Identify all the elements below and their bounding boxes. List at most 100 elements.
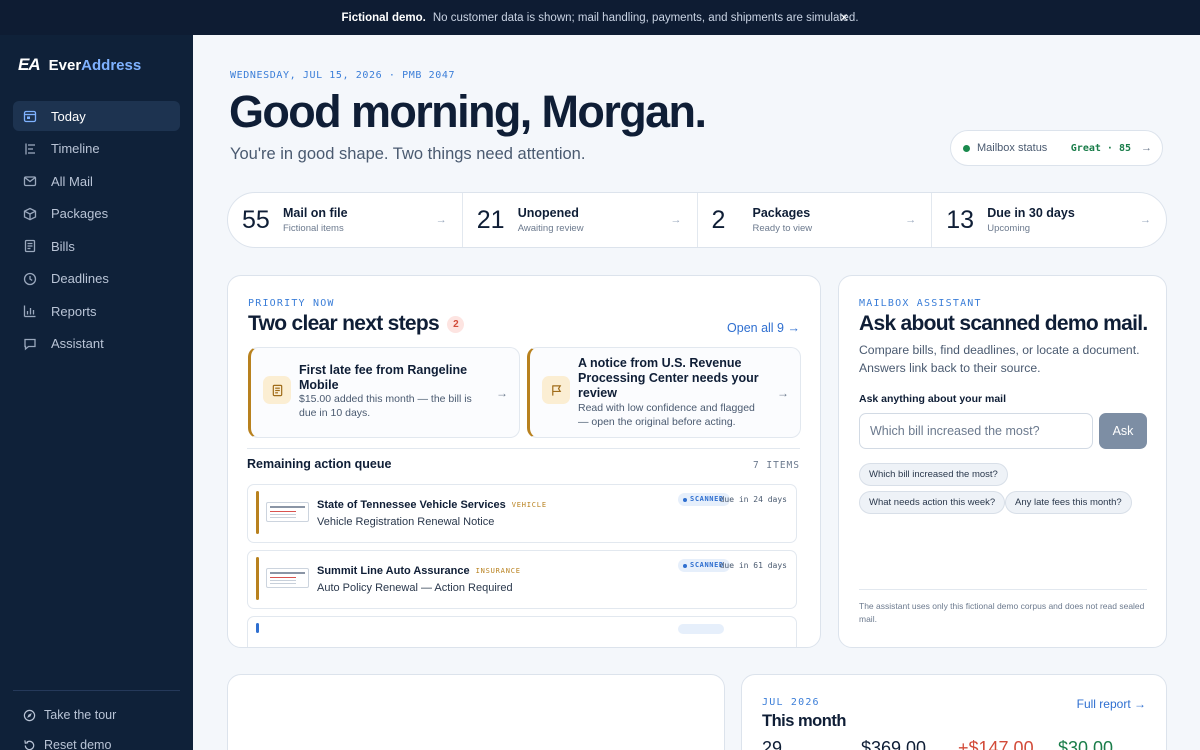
priority-eyebrow: PRIORITY NOW <box>248 298 335 309</box>
queue-count: 7 ITEMS <box>752 460 800 471</box>
month-stat-value: 29 <box>762 738 783 750</box>
compass-icon <box>23 709 36 721</box>
month-stat-value: $30.00 <box>1058 738 1114 750</box>
mailbox-status-button[interactable]: Mailbox status Great · 85 → <box>950 130 1163 166</box>
stat-number: 21 <box>476 205 505 234</box>
arrow-right-icon: → <box>777 386 789 400</box>
step-title: A notice from U.S. Revenue Processing Ce… <box>578 356 759 400</box>
sidebar-divider <box>13 690 180 691</box>
banner-text: No customer data is shown; mail handling… <box>432 11 859 24</box>
stat-unopened[interactable]: 21 Unopened Awaiting review → <box>463 193 698 247</box>
mail-thumbnail <box>266 568 309 588</box>
assistant-title: Ask about scanned demo mail. <box>859 312 1148 335</box>
assistant-disclaimer: The assistant uses only this fictional d… <box>859 601 1145 624</box>
stat-packages[interactable]: 2 Packages Ready to view → <box>698 193 933 247</box>
flag-icon <box>542 376 570 404</box>
stat-number: 55 <box>242 205 270 234</box>
queue-row[interactable]: State of Tennessee Vehicle Services VEHIC… <box>247 484 797 543</box>
stat-mail-on-file[interactable]: 55 Mail on file Fictional items → <box>228 193 463 247</box>
month-stat-value: +$147.00 <box>958 738 1034 750</box>
assistant-question-input[interactable] <box>859 413 1093 449</box>
stat-title: Packages <box>752 206 811 220</box>
suggestion-chip[interactable]: Any late fees this month? <box>1005 491 1132 514</box>
next-step-card[interactable]: First late fee from Rangeline Mobile $15… <box>248 347 520 438</box>
logo[interactable]: EA EverAddress <box>18 55 141 75</box>
assistant-input-label: Ask anything about your mail <box>859 393 1007 405</box>
suggestion-chip[interactable]: What needs action this week? <box>859 491 1006 514</box>
arrow-right-icon: → <box>496 386 508 400</box>
receipt-icon <box>23 239 37 253</box>
month-stat-value: $369.00 <box>861 738 927 750</box>
queue-title: Remaining action queue <box>247 457 392 471</box>
bottom-card <box>227 674 725 750</box>
mail-thumbnail <box>266 502 309 522</box>
sidebar-bottom: Take the tour Reset demo <box>23 707 116 750</box>
sidebar-item-deadlines[interactable]: Deadlines <box>13 264 180 294</box>
full-report-link[interactable]: Full report → <box>1077 697 1146 711</box>
take-tour-button[interactable]: Take the tour <box>23 707 116 723</box>
open-all-link[interactable]: Open all 9 → <box>727 321 800 335</box>
arrow-right-icon: → <box>1141 142 1152 154</box>
sidebar-item-label: Timeline <box>51 141 100 156</box>
sidebar-item-assistant[interactable]: Assistant <box>13 329 180 359</box>
step-description: Read with low confidence and flagged — o… <box>578 402 755 428</box>
ask-button[interactable]: Ask <box>1099 413 1147 449</box>
sidebar-nav: Today Timeline All Mail Packages Bills D… <box>13 101 180 361</box>
arrow-right-icon: → <box>905 214 917 226</box>
sidebar-item-reports[interactable]: Reports <box>13 296 180 326</box>
suggestion-chip[interactable]: Which bill increased the most? <box>859 463 1008 486</box>
stat-subtitle: Ready to view <box>752 223 813 234</box>
mail-icon <box>23 174 37 188</box>
demo-banner: Fictional demo. No customer data is show… <box>0 0 1200 35</box>
priority-title: Two clear next steps 2 <box>248 312 465 336</box>
due-date: due in 24 days <box>719 495 787 504</box>
sidebar: EA EverAddress Today Timeline All Mail P… <box>0 35 193 750</box>
receipt-icon <box>263 376 291 404</box>
step-description: $15.00 added this month — the bill is du… <box>299 393 472 419</box>
sidebar-item-packages[interactable]: Packages <box>13 199 180 229</box>
close-icon[interactable]: × <box>840 9 848 25</box>
sidebar-item-label: Bills <box>51 238 75 254</box>
stat-number: 13 <box>946 205 975 234</box>
package-icon <box>23 207 37 221</box>
queue-sender: State of Tennessee Vehicle Services VEHIC… <box>317 499 547 511</box>
sidebar-item-all-mail[interactable]: All Mail <box>13 166 180 196</box>
scanned-badge <box>678 624 724 634</box>
queue-row[interactable] <box>247 616 797 647</box>
priority-bar <box>256 623 259 633</box>
sidebar-item-today[interactable]: Today <box>13 101 180 131</box>
queue-row[interactable]: Summit Line Auto Assurance INSURANCE Auto… <box>247 550 797 609</box>
logo-text: EverAddress <box>48 56 142 74</box>
stat-due-30-days[interactable]: 13 Due in 30 days Upcoming → <box>932 193 1166 247</box>
arrow-right-icon: → <box>1140 214 1151 226</box>
assistant-card: MAILBOX ASSISTANT Ask about scanned demo… <box>838 275 1167 648</box>
stat-title: Due in 30 days <box>987 206 1075 220</box>
status-label: Mailbox status <box>977 142 1048 154</box>
category-tag: INSURANCE <box>475 567 521 575</box>
assistant-divider <box>859 589 1147 590</box>
sidebar-item-timeline[interactable]: Timeline <box>13 134 180 164</box>
sidebar-item-bills[interactable]: Bills <box>13 231 180 261</box>
status-dot-icon <box>963 144 970 152</box>
logo-mark: EA <box>18 55 41 74</box>
clock-icon <box>23 272 37 286</box>
stat-subtitle: Fictional items <box>283 223 344 234</box>
step-title: First late fee from Rangeline Mobile <box>299 363 468 392</box>
queue-subject: Auto Policy Renewal — Action Required <box>317 582 513 594</box>
month-eyebrow: JUL 2026 <box>762 697 820 708</box>
category-tag: VEHICLE <box>511 501 547 509</box>
sidebar-item-label: Deadlines <box>51 271 109 286</box>
this-month-card: JUL 2026 This month Full report → 29 $36… <box>741 674 1167 750</box>
priority-card: PRIORITY NOW Two clear next steps 2 Open … <box>227 275 821 648</box>
banner-bold: Fictional demo. <box>341 11 426 24</box>
reset-demo-button[interactable]: Reset demo <box>23 737 116 750</box>
sidebar-item-label: All Mail <box>51 173 93 189</box>
assistant-eyebrow: MAILBOX ASSISTANT <box>859 298 982 309</box>
stat-number: 2 <box>711 205 726 234</box>
page-subtitle: You're in good shape. Two things need at… <box>230 145 586 163</box>
date-line: WEDNESDAY, JUL 15, 2026 · PMB 2047 <box>230 70 456 81</box>
next-step-card[interactable]: A notice from U.S. Revenue Processing Ce… <box>527 347 801 438</box>
priority-bar <box>256 557 259 600</box>
priority-bar <box>256 491 259 534</box>
arrow-right-icon: → <box>670 214 682 226</box>
